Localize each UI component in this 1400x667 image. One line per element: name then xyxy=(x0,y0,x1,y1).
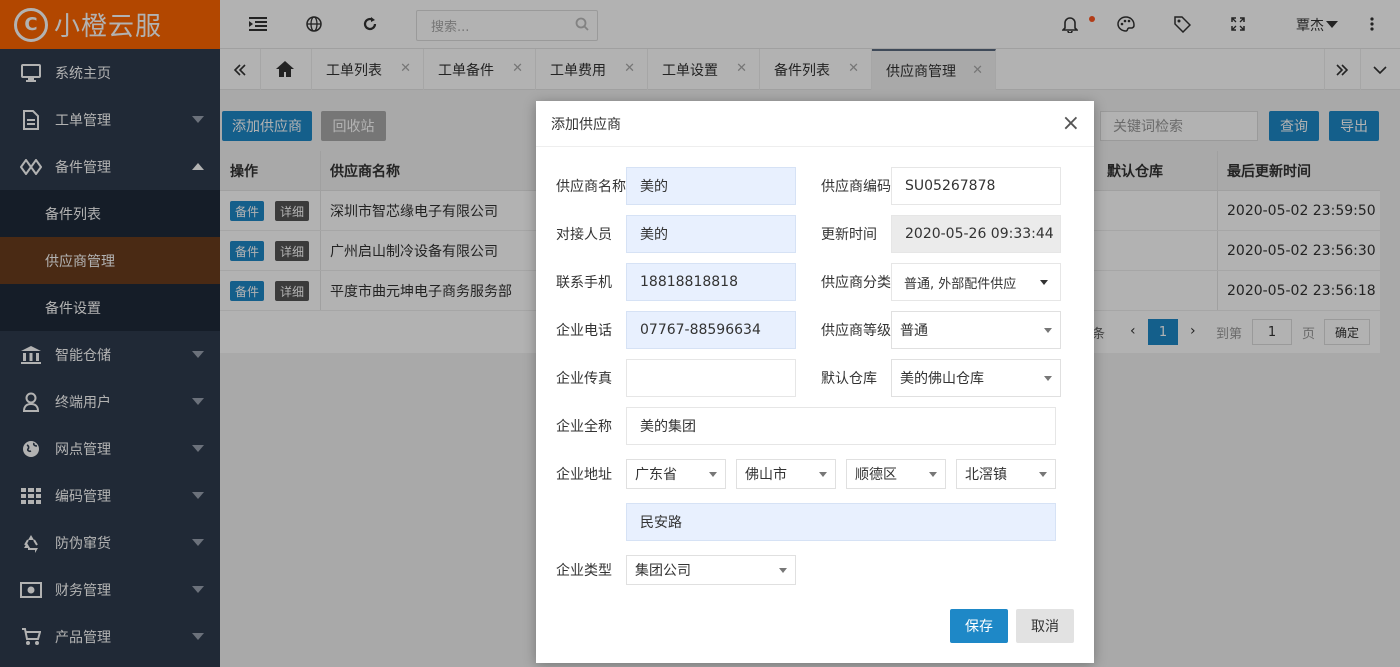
category-label: 供应商分类 xyxy=(821,275,891,291)
fax-label: 企业传真 xyxy=(556,371,612,387)
address-label: 企业地址 xyxy=(556,467,612,483)
supplier-name-input[interactable]: 美的 xyxy=(626,167,796,205)
phone-label: 企业电话 xyxy=(556,323,612,339)
caret-down-icon xyxy=(1044,376,1052,381)
city-select[interactable]: 佛山市 xyxy=(736,459,836,489)
level-select[interactable]: 普通 xyxy=(891,311,1061,349)
province-select[interactable]: 广东省 xyxy=(626,459,726,489)
mobile-input[interactable]: 18818818818 xyxy=(626,263,796,301)
level-label: 供应商等级 xyxy=(821,323,891,339)
supplier-code-label: 供应商编码 xyxy=(821,179,891,195)
city-value: 佛山市 xyxy=(745,467,787,483)
cancel-button[interactable]: 取消 xyxy=(1016,609,1074,643)
close-icon[interactable]: × xyxy=(1062,111,1080,136)
company-type-value: 集团公司 xyxy=(635,563,691,579)
supplier-name-label: 供应商名称 xyxy=(556,179,626,195)
caret-down-icon xyxy=(1040,280,1048,285)
caret-down-icon xyxy=(929,472,937,477)
caret-down-icon xyxy=(779,568,787,573)
update-time-field: 2020-05-26 09:33:44 xyxy=(891,215,1061,253)
update-time-label: 更新时间 xyxy=(821,227,877,243)
street-input[interactable]: 民安路 xyxy=(626,503,1056,541)
company-type-label: 企业类型 xyxy=(556,563,612,579)
caret-down-icon xyxy=(709,472,717,477)
warehouse-select[interactable]: 美的佛山仓库 xyxy=(891,359,1061,397)
caret-down-icon xyxy=(819,472,827,477)
contact-input[interactable]: 美的 xyxy=(626,215,796,253)
add-supplier-dialog: 添加供应商 × 供应商名称 美的 供应商编码 SU05267878 对接人员 美… xyxy=(536,101,1094,663)
save-button[interactable]: 保存 xyxy=(950,609,1008,643)
district-value: 顺德区 xyxy=(855,467,897,483)
caret-down-icon xyxy=(1039,472,1047,477)
province-value: 广东省 xyxy=(635,467,677,483)
fullname-label: 企业全称 xyxy=(556,419,612,435)
mobile-label: 联系手机 xyxy=(556,275,612,291)
town-select[interactable]: 北滘镇 xyxy=(956,459,1056,489)
category-value: 普通, 外部配件供应 xyxy=(904,276,1017,292)
town-value: 北滘镇 xyxy=(965,467,1007,483)
level-value: 普通 xyxy=(900,323,928,339)
phone-input[interactable]: 07767-88596634 xyxy=(626,311,796,349)
warehouse-value: 美的佛山仓库 xyxy=(900,371,984,387)
category-multiselect[interactable]: 普通, 外部配件供应 xyxy=(891,263,1061,301)
district-select[interactable]: 顺德区 xyxy=(846,459,946,489)
warehouse-label: 默认仓库 xyxy=(821,371,877,387)
fullname-input[interactable]: 美的集团 xyxy=(626,407,1056,445)
dialog-title: 添加供应商 xyxy=(551,116,621,133)
caret-down-icon xyxy=(1044,328,1052,333)
company-type-select[interactable]: 集团公司 xyxy=(626,555,796,585)
supplier-code-input[interactable]: SU05267878 xyxy=(891,167,1061,205)
fax-input[interactable] xyxy=(626,359,796,397)
dialog-header: 添加供应商 × xyxy=(536,101,1094,147)
contact-label: 对接人员 xyxy=(556,227,612,243)
